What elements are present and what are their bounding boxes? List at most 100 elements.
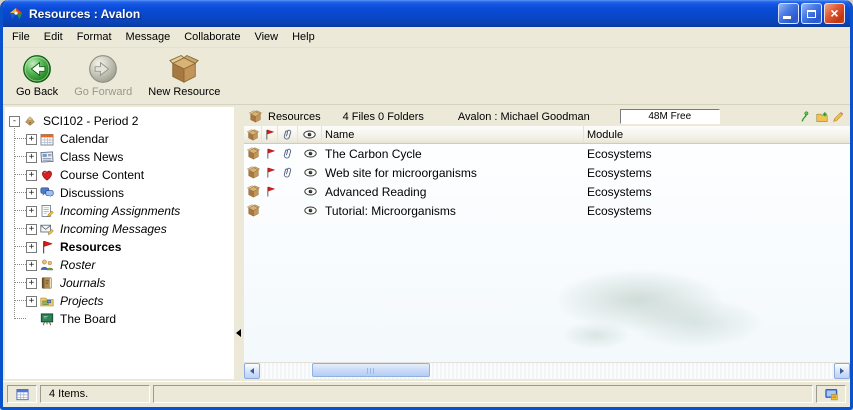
- tree-item-label: Projects: [58, 294, 105, 308]
- free-space-indicator: 48M Free: [620, 109, 720, 124]
- view-mode-icon[interactable]: [16, 388, 29, 401]
- type-column-header[interactable]: [244, 126, 262, 143]
- minimize-icon: [783, 16, 791, 19]
- table-row[interactable]: Advanced ReadingEcosystems: [244, 182, 850, 201]
- attachment-column-header[interactable]: [278, 126, 298, 143]
- scroll-left-icon: [250, 368, 254, 374]
- row-attachment-cell: [278, 201, 298, 220]
- tree-item-the-board[interactable]: The Board: [5, 310, 234, 328]
- connection-status-icon[interactable]: [800, 111, 812, 123]
- calendar-icon: [40, 132, 54, 146]
- window-controls: ×: [778, 3, 845, 24]
- tree-item-label: Class News: [58, 150, 125, 164]
- table-row[interactable]: The Carbon CycleEcosystems: [244, 144, 850, 163]
- name-column-header[interactable]: Name: [322, 126, 584, 143]
- back-icon: [22, 54, 52, 84]
- tree-item-journals[interactable]: +Journals: [5, 274, 234, 292]
- package-column-icon: [247, 129, 259, 141]
- status-network-pane: [816, 385, 846, 403]
- tree-item-label: Calendar: [58, 132, 111, 146]
- roster-icon: [40, 258, 54, 272]
- menu-item-file[interactable]: File: [5, 29, 37, 45]
- visibility-column-header[interactable]: [298, 126, 322, 143]
- horizontal-scrollbar[interactable]: [244, 362, 850, 379]
- paperclip-icon: [282, 148, 294, 160]
- tree-root-item[interactable]: -SCI102 - Period 2: [5, 112, 234, 130]
- tree-item-label: Incoming Assignments: [58, 204, 182, 218]
- tree-connector: [15, 138, 26, 140]
- tree-item-course-content[interactable]: +Course Content: [5, 166, 234, 184]
- menu-item-help[interactable]: Help: [285, 29, 322, 45]
- go-forward-button: Go Forward: [67, 52, 139, 100]
- minimize-button[interactable]: [778, 3, 799, 24]
- edit-pencil-icon[interactable]: [832, 111, 844, 123]
- tree-expand-toggle[interactable]: +: [26, 242, 37, 253]
- tree-item-discussions[interactable]: +Discussions: [5, 184, 234, 202]
- maximize-button[interactable]: [801, 3, 822, 24]
- tree-expand-toggle[interactable]: +: [26, 152, 37, 163]
- menu-item-view[interactable]: View: [247, 29, 285, 45]
- new-folder-icon[interactable]: [816, 111, 828, 123]
- file-list: The Carbon CycleEcosystemsWeb site for m…: [244, 144, 850, 362]
- row-visibility-cell: [298, 201, 322, 220]
- network-status-icon[interactable]: [825, 388, 838, 401]
- tree-item-projects[interactable]: + Projects: [5, 292, 234, 310]
- row-attachment-cell: [278, 163, 298, 182]
- tree-expand-toggle[interactable]: +: [26, 296, 37, 307]
- tree-expand-toggle[interactable]: +: [26, 134, 37, 145]
- forward-icon: [88, 54, 118, 84]
- tree-item-label: Incoming Messages: [58, 222, 169, 236]
- course-icon: [23, 114, 37, 128]
- scrollbar-track[interactable]: [260, 363, 834, 379]
- tree-connector: [15, 300, 26, 302]
- title-bar[interactable]: Resources : Avalon ×: [3, 0, 850, 27]
- tree-expand-toggle[interactable]: +: [26, 260, 37, 271]
- tree-expand-toggle[interactable]: +: [26, 170, 37, 181]
- projects-icon: [40, 294, 54, 308]
- table-row[interactable]: Web site for microorganismsEcosystems: [244, 163, 850, 182]
- close-button[interactable]: ×: [824, 3, 845, 24]
- tree-item-incoming-messages[interactable]: + Incoming Messages: [5, 220, 234, 238]
- go-back-button[interactable]: Go Back: [9, 52, 65, 100]
- menu-item-edit[interactable]: Edit: [37, 29, 70, 45]
- panel-splitter[interactable]: [234, 107, 244, 379]
- discussions-icon: [40, 186, 54, 200]
- scroll-left-button[interactable]: [244, 363, 260, 379]
- tree-collapse-toggle[interactable]: -: [9, 116, 20, 127]
- tree-item-calendar[interactable]: + Calendar: [5, 130, 234, 148]
- column-header-row: Name Module: [244, 126, 850, 144]
- tree-item-class-news[interactable]: + Class News: [5, 148, 234, 166]
- collapse-arrow-icon[interactable]: [236, 329, 241, 337]
- tree-expand-toggle[interactable]: +: [26, 224, 37, 235]
- tree-expand-toggle[interactable]: +: [26, 278, 37, 289]
- tree-item-roster[interactable]: +Roster: [5, 256, 234, 274]
- tree-connector: [15, 282, 26, 284]
- new-resource-button[interactable]: New Resource: [141, 52, 227, 100]
- tree-connector: [15, 318, 26, 320]
- tree-connector: [15, 156, 26, 158]
- menu-item-message[interactable]: Message: [119, 29, 178, 45]
- file-folder-counts: 4 Files 0 Folders: [343, 111, 424, 123]
- tree-children: + Calendar + Class News +Course Content+Disc…: [5, 130, 234, 328]
- tree-expand-toggle[interactable]: +: [26, 206, 37, 217]
- paperclip-column-icon: [282, 129, 294, 141]
- row-module: Ecosystems: [584, 182, 850, 201]
- tree-connector: [15, 246, 26, 248]
- module-column-header[interactable]: Module: [584, 126, 850, 143]
- free-space-text: 48M Free: [648, 111, 691, 122]
- scrollbar-thumb[interactable]: [312, 363, 430, 377]
- package-icon: [247, 204, 260, 217]
- tree-item-incoming-assignments[interactable]: + Incoming Assignments: [5, 202, 234, 220]
- menu-item-format[interactable]: Format: [70, 29, 119, 45]
- tree-connector: [15, 210, 26, 212]
- flag-icon: [40, 240, 54, 254]
- tree-expand-toggle[interactable]: +: [26, 188, 37, 199]
- row-type-cell: [244, 163, 262, 182]
- scroll-right-button[interactable]: [834, 363, 850, 379]
- flag-column-header[interactable]: [262, 126, 278, 143]
- menu-item-collaborate[interactable]: Collaborate: [177, 29, 247, 45]
- account-name: Avalon : Michael Goodman: [458, 111, 590, 123]
- table-row[interactable]: Tutorial: MicroorganismsEcosystems: [244, 201, 850, 220]
- tree-item-resources[interactable]: +Resources: [5, 238, 234, 256]
- row-type-cell: [244, 201, 262, 220]
